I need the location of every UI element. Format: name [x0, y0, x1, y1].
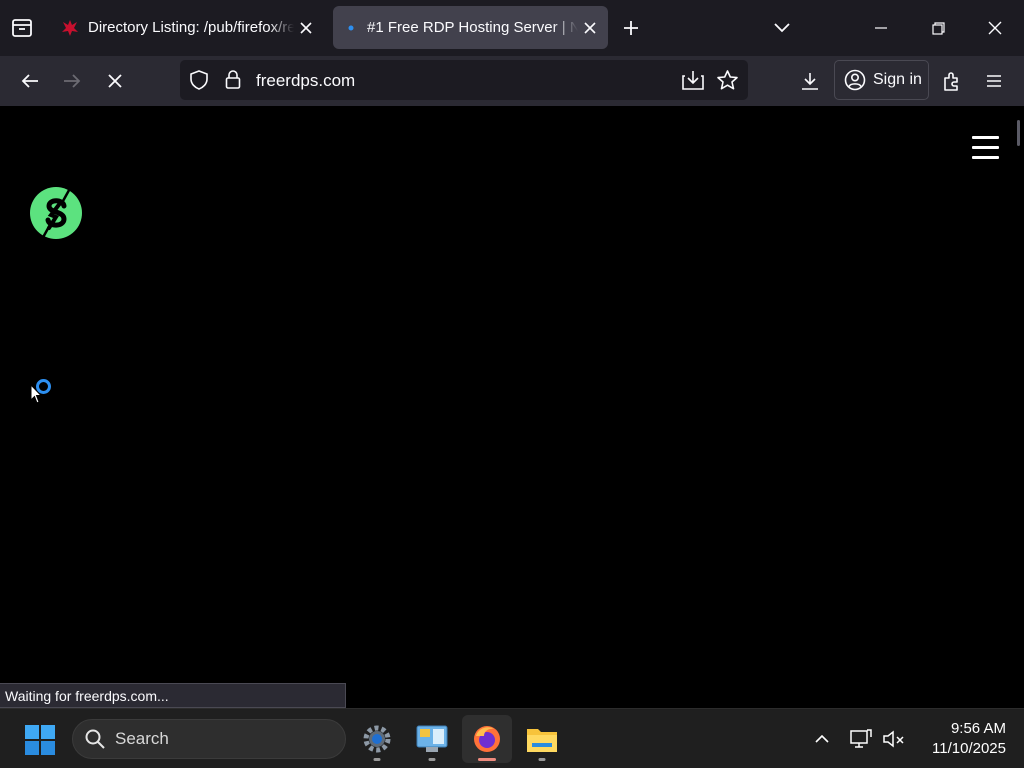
tab-title: #1 Free RDP Hosting Server | No Credit C… — [367, 19, 578, 36]
page-scrollbar[interactable] — [1017, 120, 1020, 146]
show-hidden-icons-button[interactable] — [807, 723, 837, 755]
tab-title: Directory Listing: /pub/firefox/releases — [88, 19, 294, 36]
download-icon — [802, 73, 818, 90]
sign-in-label: Sign in — [873, 71, 922, 88]
forward-button[interactable] — [54, 63, 90, 99]
plus-icon — [624, 21, 638, 35]
app-menu-button[interactable] — [976, 63, 1012, 99]
start-button[interactable] — [24, 724, 56, 761]
close-window-button[interactable] — [975, 8, 1015, 48]
site-logo-icon[interactable] — [29, 182, 85, 242]
back-button[interactable] — [12, 63, 48, 99]
tab-bar: Directory Listing: /pub/firefox/releases… — [0, 0, 1024, 56]
account-icon — [844, 69, 866, 91]
downloads-button[interactable] — [792, 63, 828, 99]
arrow-left-icon — [21, 74, 38, 88]
monitor-network-icon — [850, 729, 872, 748]
restore-button[interactable] — [918, 8, 958, 48]
page-download-icon[interactable] — [682, 70, 704, 90]
site-menu-button[interactable] — [972, 136, 1000, 162]
menu-line — [972, 156, 999, 159]
taskbar-file-explorer-app[interactable] — [517, 715, 567, 763]
status-panel: Waiting for freerdps.com... — [0, 683, 346, 708]
close-icon — [584, 21, 596, 34]
control-panel-icon — [416, 725, 448, 752]
bookmark-star-icon[interactable] — [717, 70, 738, 90]
volume-tray-button[interactable] — [879, 723, 909, 755]
windows-taskbar: Search 9:56 AM 11/10/2025 — [0, 708, 1024, 768]
search-icon — [85, 729, 105, 749]
url-text[interactable]: freerdps.com — [256, 71, 355, 91]
system-clock[interactable]: 9:56 AM 11/10/2025 — [914, 719, 1006, 759]
running-indicator — [428, 758, 436, 761]
menu-icon — [987, 75, 1001, 87]
mouse-cursor-icon — [30, 384, 42, 404]
restore-icon — [931, 21, 945, 35]
firefox-view-icon — [12, 19, 32, 37]
tab-free-rdp[interactable]: #1 Free RDP Hosting Server | No Credit C… — [333, 6, 608, 49]
clock-date: 11/10/2025 — [932, 740, 1006, 757]
running-indicator — [478, 758, 496, 761]
close-icon — [300, 21, 312, 34]
minimize-button[interactable] — [861, 8, 901, 48]
puzzle-piece-icon — [944, 72, 958, 91]
taskbar-firefox-app[interactable] — [462, 715, 512, 763]
tab-directory-listing[interactable]: Directory Listing: /pub/firefox/releases — [50, 6, 324, 49]
chevron-down-icon — [774, 23, 790, 33]
arrow-right-icon — [64, 74, 81, 88]
menu-line — [972, 136, 999, 139]
chevron-up-icon — [815, 735, 829, 743]
search-placeholder: Search — [115, 729, 169, 748]
windows-logo-icon — [25, 725, 55, 755]
list-all-tabs-button[interactable] — [764, 10, 800, 46]
extensions-button[interactable] — [934, 63, 970, 99]
menu-line — [972, 146, 999, 149]
favicon-dragon-icon — [62, 19, 78, 36]
new-tab-button[interactable] — [613, 10, 649, 46]
taskbar-search-box[interactable]: Search — [72, 719, 346, 759]
firefox-icon — [474, 726, 500, 752]
stop-x-icon — [108, 74, 122, 88]
network-tray-button[interactable] — [846, 723, 876, 755]
navigation-toolbar: freerdps.com Sign in — [0, 56, 1024, 106]
tab-close-button[interactable] — [578, 16, 602, 40]
gear-icon — [363, 725, 391, 753]
close-icon — [988, 21, 1002, 35]
loading-favicon-icon — [348, 25, 354, 30]
folder-icon — [527, 729, 557, 752]
sign-in-button[interactable]: Sign in — [834, 60, 929, 100]
firefox-view-button[interactable] — [4, 10, 40, 46]
speaker-muted-icon — [883, 730, 904, 748]
address-bar[interactable]: freerdps.com — [180, 60, 748, 100]
running-indicator — [373, 758, 381, 761]
page-content — [0, 106, 1024, 708]
taskbar-control-panel-app[interactable] — [407, 715, 457, 763]
clock-time: 9:56 AM — [950, 720, 1006, 737]
tab-close-button[interactable] — [294, 16, 318, 40]
lock-icon[interactable] — [225, 70, 241, 90]
minimize-icon — [875, 27, 887, 29]
taskbar-settings-app[interactable] — [352, 715, 402, 763]
tracking-shield-icon[interactable] — [190, 70, 208, 90]
running-indicator — [538, 758, 546, 761]
stop-button[interactable] — [97, 63, 133, 99]
